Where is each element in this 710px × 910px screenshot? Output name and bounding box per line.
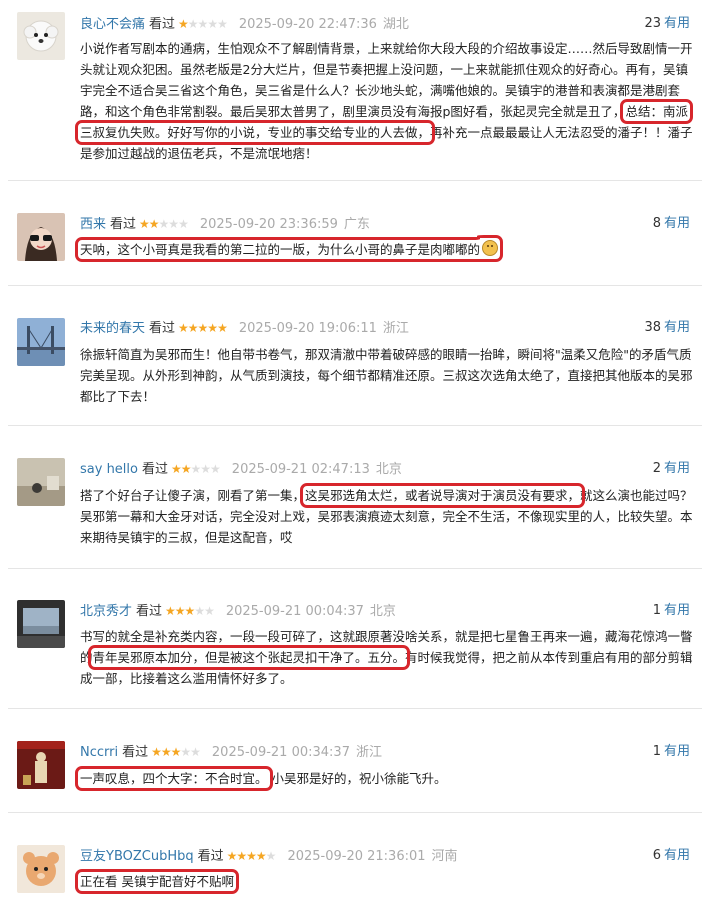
useful-vote-button[interactable]: 38 有用: [644, 318, 690, 338]
sad-face-icon: [482, 240, 499, 256]
useful-vote-button[interactable]: 8 有用: [653, 214, 690, 234]
useful-vote-button[interactable]: 6 有用: [653, 846, 690, 866]
review-text-part: 小吴邪是好的，祝小徐能飞升。: [271, 771, 447, 786]
useful-count: 23: [644, 16, 661, 31]
watched-label: 看过: [197, 849, 224, 864]
rating-stars: ★★★★★: [151, 745, 201, 759]
review-header: 未来的春天 看过 ★★★★★ 2025-09-20 19:06:11 浙江 38 有用: [80, 318, 690, 338]
highlighted-text: 正在看 吴镇宇配音好不贴啊: [75, 869, 239, 894]
useful-label: 有用: [663, 744, 690, 759]
avatar[interactable]: [17, 458, 65, 506]
highlighted-text: 一声叹息，四个大字：不合时宜。: [75, 766, 273, 791]
username-link[interactable]: 良心不会痛: [80, 17, 145, 32]
watched-label: 看过: [110, 217, 137, 232]
timestamp: 2025-09-21 00:34:37: [211, 745, 350, 760]
username-link[interactable]: 西来: [80, 217, 106, 232]
watched-label: 看过: [149, 321, 176, 336]
watched-label: 看过: [149, 17, 176, 32]
avatar[interactable]: [17, 845, 65, 893]
divider: [8, 180, 702, 181]
highlighted-text: 青年吴邪原本加分，但是被这个张起灵扣干净了。五分。: [87, 645, 411, 670]
useful-count: 2: [652, 461, 661, 476]
review-header: say hello 看过 ★★★★★ 2025-09-21 02:47:13 北京 2有…: [80, 459, 690, 479]
useful-vote-button[interactable]: 23 有用: [644, 14, 690, 34]
watched-label: 看过: [141, 462, 168, 477]
rating-stars: ★★★★★: [171, 462, 221, 476]
rating-stars: ★★★★★: [165, 604, 215, 618]
avatar[interactable]: [17, 600, 65, 648]
divider: [8, 425, 702, 426]
useful-vote-button[interactable]: 2 有用: [653, 459, 690, 479]
avatar[interactable]: [17, 318, 65, 366]
review-text: 徐振轩简直为吴邪而生！他自带书卷气，那双清澈中带着破碎感的眼睛一抬眸，瞬间将"温…: [80, 344, 695, 407]
review-text: 一声叹息，四个大字：不合时宜。 小吴邪是好的，祝小徐能飞升。: [75, 766, 695, 791]
highlighted-text: 天呐，这个小哥真是我看的第二拉的一版，为什么小哥的鼻子是肉嘟嘟的: [74, 237, 504, 262]
review-header: 北京秀才 看过 ★★★★★ 2025-09-21 00:04:37 北京 1 有用: [80, 601, 690, 621]
location: 北京: [375, 462, 402, 477]
avatar[interactable]: [17, 12, 65, 60]
review-text-part: 小说作者写剧本的通病，生怕观众不了解剧情背景，上来就给你大段大段的介绍故事设定……: [80, 41, 693, 119]
useful-label: 有用: [663, 216, 690, 231]
timestamp: 2025-09-20 21:36:01: [287, 849, 426, 864]
timestamp: 2025-09-21 02:47:13: [231, 462, 370, 477]
review-header: 豆友YBOZCubHbq 看过 ★★★★★ 2025-09-20 21:36:01 河南…: [80, 846, 690, 866]
review-text: 书写的就全是补充类内容，一段一段可碎了，这就跟原著没啥关系，就是把七星鲁王再来一…: [80, 626, 695, 689]
highlight-text: 天呐，这个小哥真是我看的第二拉的一版，为什么小哥的鼻子是肉嘟嘟的: [80, 242, 481, 257]
rating-stars: ★★★★★: [178, 321, 228, 335]
review-text-part: 徐振轩简直为吴邪而生！他自带书卷气，那双清澈中带着破碎感的眼睛一抬眸，瞬间将"温…: [80, 347, 693, 404]
timestamp: 2025-09-20 19:06:11: [238, 321, 377, 336]
rating-stars: ★★★★★: [178, 17, 228, 31]
location: 广东: [343, 217, 370, 232]
username-link[interactable]: say hello: [80, 462, 138, 477]
username-link[interactable]: Nccrri: [80, 745, 118, 760]
highlighted-text: 这吴邪选角太烂，或者说导演对于演员没有要求，: [300, 483, 586, 508]
useful-count: 8: [652, 216, 661, 231]
divider: [8, 708, 702, 709]
useful-count: 1: [652, 744, 661, 759]
review-header: 良心不会痛 看过 ★★★★★ 2025-09-20 22:47:36 湖北 23 有用: [80, 14, 690, 34]
review-text: 天呐，这个小哥真是我看的第二拉的一版，为什么小哥的鼻子是肉嘟嘟的: [74, 237, 695, 262]
username-link[interactable]: 未来的春天: [80, 321, 145, 336]
divider: [8, 812, 702, 813]
location: 河南: [431, 849, 458, 864]
avatar[interactable]: [17, 213, 65, 261]
location: 浙江: [382, 321, 409, 336]
useful-label: 有用: [663, 603, 690, 618]
useful-count: 6: [652, 848, 661, 863]
useful-label: 有用: [663, 848, 690, 863]
useful-count: 1: [652, 603, 661, 618]
review-header: 西来 看过 ★★★★★ 2025-09-20 23:36:59 广东 8 有用: [80, 214, 690, 234]
useful-label: 有用: [663, 320, 690, 335]
rating-stars: ★★★★★: [139, 217, 189, 231]
watched-label: 看过: [136, 604, 163, 619]
timestamp: 2025-09-20 23:36:59: [199, 217, 338, 232]
review-text: 正在看 吴镇宇配音好不贴啊: [75, 869, 695, 894]
review-text-part: 搭了个好台子让傻子演，刚看了第一集，: [80, 488, 306, 503]
location: 湖北: [382, 17, 409, 32]
username-link[interactable]: 北京秀才: [80, 604, 132, 619]
rating-stars: ★★★★★: [226, 849, 277, 863]
timestamp: 2025-09-20 22:47:36: [238, 17, 377, 32]
useful-label: 有用: [663, 461, 690, 476]
useful-vote-button[interactable]: 1 有用: [653, 742, 690, 762]
username-link[interactable]: 豆友YBOZCubHbq: [80, 849, 194, 864]
review-header: Nccrri 看过 ★★★★★ 2025-09-21 00:34:37 浙江 1 有用: [80, 742, 690, 762]
watched-label: 看过: [122, 745, 149, 760]
timestamp: 2025-09-21 00:04:37: [225, 604, 364, 619]
location: 浙江: [355, 745, 382, 760]
divider: [8, 285, 702, 286]
location: 北京: [369, 604, 396, 619]
divider: [8, 568, 702, 569]
avatar[interactable]: [17, 741, 65, 789]
useful-vote-button[interactable]: 1 有用: [653, 601, 690, 621]
review-text: 搭了个好台子让傻子演，刚看了第一集，这吴邪选角太烂，或者说导演对于演员没有要求，…: [80, 483, 695, 548]
review-text: 小说作者写剧本的通病，生怕观众不了解剧情背景，上来就给你大段大段的介绍故事设定……: [75, 38, 695, 164]
useful-count: 38: [644, 320, 661, 335]
useful-label: 有用: [663, 16, 690, 31]
